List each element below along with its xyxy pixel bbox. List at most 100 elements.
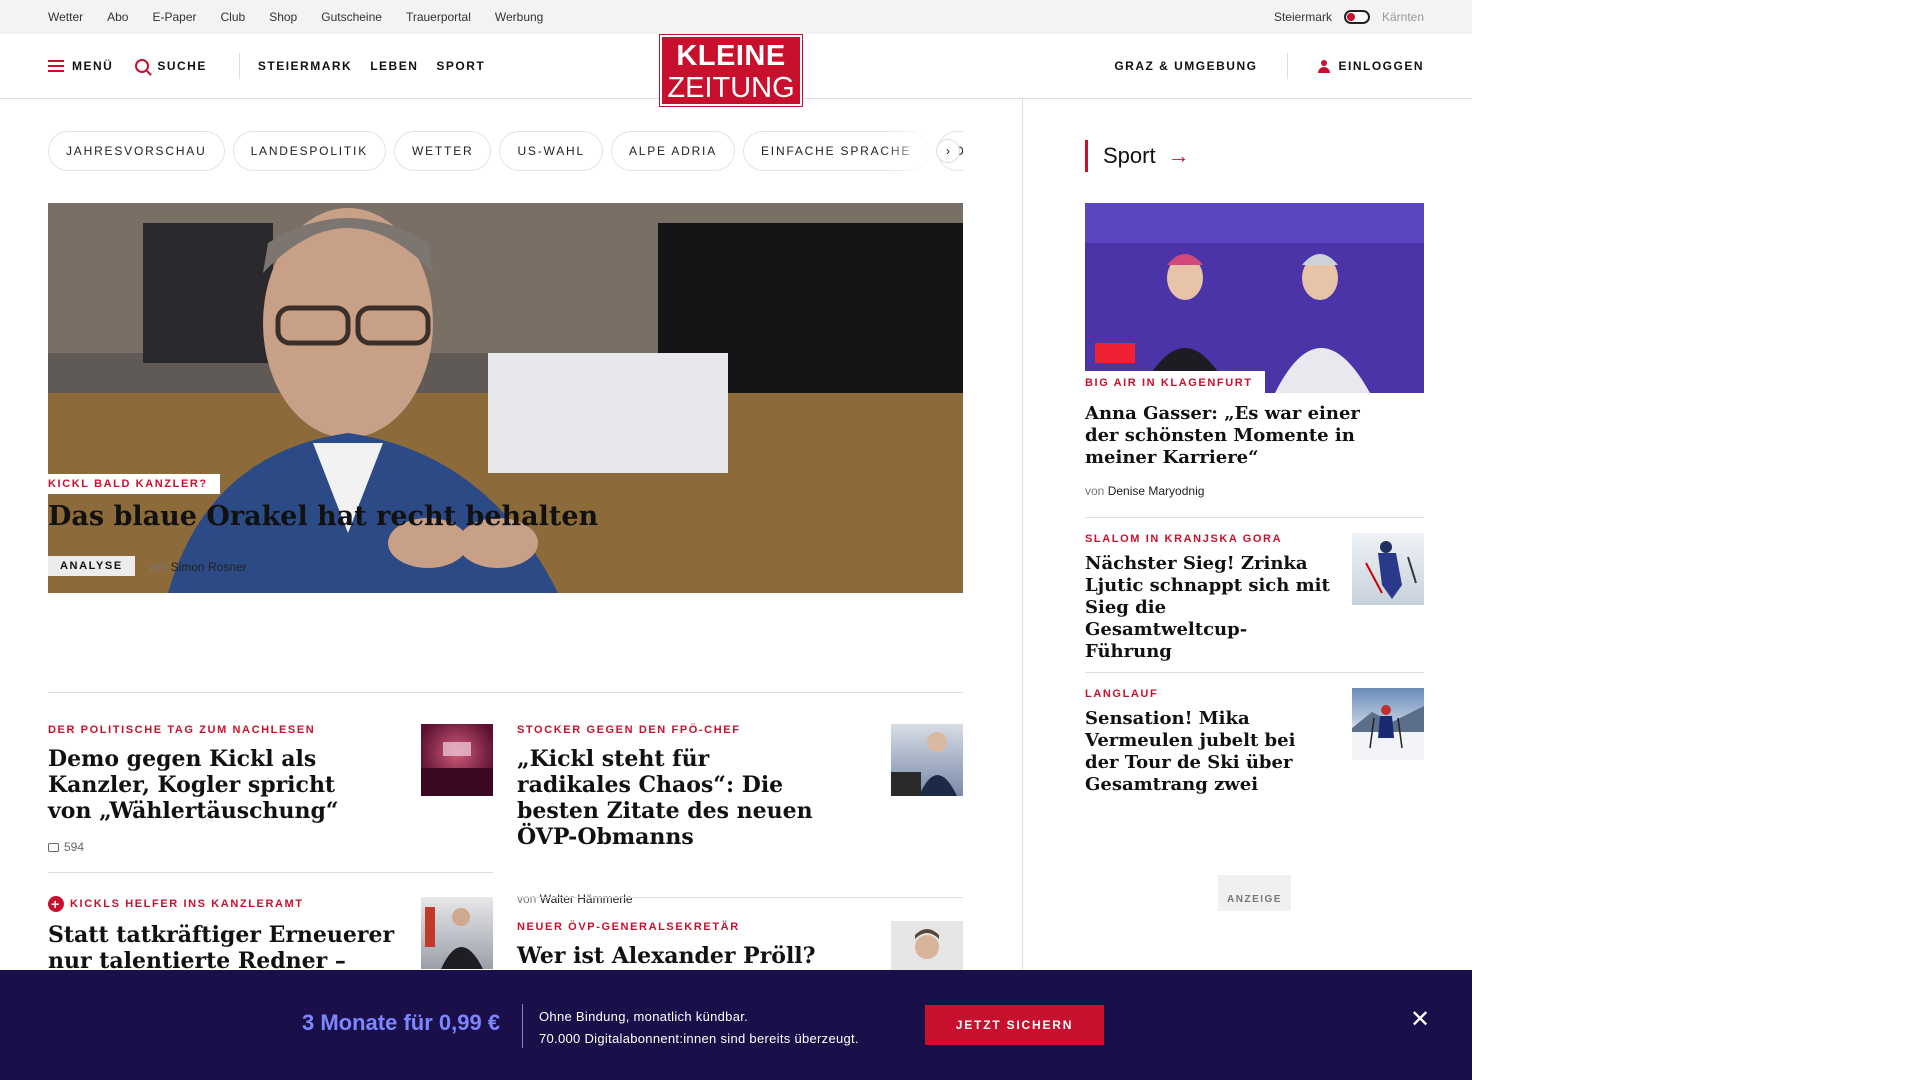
location-link[interactable]: GRAZ & UMGEBUNG	[1114, 59, 1257, 73]
analysis-badge: ANALYSE	[48, 556, 135, 576]
chip-us-wahl[interactable]: US-WAHL	[499, 131, 603, 171]
utility-link-epaper[interactable]: E-Paper	[152, 10, 196, 24]
arrow-right-icon: →	[1167, 143, 1190, 168]
hamburger-icon	[48, 60, 64, 72]
divider	[517, 897, 963, 898]
divider	[48, 692, 963, 693]
menu-button[interactable]: MENÜ	[48, 59, 113, 73]
sport-photo	[1085, 203, 1424, 393]
article-card[interactable]: DER POLITISCHE TAG ZUM NACHLESEN Demo ge…	[48, 724, 348, 854]
thumbnail-photo	[425, 907, 483, 969]
nav-steiermark[interactable]: STEIERMARK	[258, 59, 352, 73]
sport-article-card[interactable]: SLALOM IN KRANJSKA GORA Nächster Sieg! Z…	[1085, 533, 1424, 663]
promo-price: 3 Monate für 0,99 €	[302, 1010, 501, 1035]
article-title[interactable]: Wer ist Alexander Pröll?	[517, 943, 817, 969]
utility-link-shop[interactable]: Shop	[269, 10, 297, 24]
utility-link-gutscheine[interactable]: Gutscheine	[321, 10, 382, 24]
header-nav: MENÜ SUCHE STEIERMARK LEBEN SPORT	[48, 53, 503, 79]
sport-article-thumbnail[interactable]	[1352, 688, 1424, 760]
thumbnail-photo	[1365, 541, 1417, 599]
article-author[interactable]: Walter Hämmerle	[540, 892, 633, 906]
article-thumbnail[interactable]	[891, 724, 963, 796]
sport-article-title[interactable]: Sensation! Mika Vermeulen jubelt bei der…	[1085, 708, 1330, 796]
subscription-banner: 3 Monate für 0,99 € Ohne Bindung, monatl…	[0, 970, 1472, 1080]
article-title[interactable]: Demo gegen Kickl als Kanzler, Kogler spr…	[48, 746, 348, 824]
hero-photo	[48, 203, 963, 593]
sport-main-title[interactable]: Anna Gasser: „Es war einer der schönsten…	[1085, 403, 1375, 469]
hero-author[interactable]: Simon Rosner	[171, 560, 247, 574]
sport-article-thumbnail[interactable]	[1352, 533, 1424, 605]
promo-line1: Ohne Bindung, monatlich kündbar.	[539, 1009, 749, 1024]
article-thumbnail[interactable]	[421, 897, 493, 969]
kleine-zeitung-logo[interactable]: KLEINE ZEITUNG	[659, 34, 803, 107]
promo-text: Ohne Bindung, monatlich kündbar. 70.000 …	[539, 1006, 859, 1050]
chip-landespolitik[interactable]: LANDESPOLITIK	[232, 131, 386, 171]
article-byline: von Walter Hämmerle	[517, 892, 817, 906]
divider	[1287, 53, 1289, 79]
chip-jahresvorschau[interactable]: JAHRESVORSCHAU	[48, 131, 225, 171]
sport-section-link[interactable]: Sport →	[1085, 140, 1190, 172]
article-card[interactable]: NEUER ÖVP-GENERALSEKRETÄR Wer ist Alexan…	[517, 921, 817, 969]
utility-link-werbung[interactable]: Werbung	[495, 10, 543, 24]
hero-image[interactable]	[48, 203, 963, 593]
close-icon[interactable]: ✕	[1410, 1008, 1430, 1032]
utility-link-club[interactable]: Club	[221, 10, 246, 24]
nav-sport[interactable]: SPORT	[436, 59, 485, 73]
divider	[48, 872, 493, 873]
login-button[interactable]: EINLOGGEN	[1318, 59, 1424, 73]
article-kicker: + KICKLS HELFER INS KANZLERAMT	[48, 896, 398, 912]
region-switch: Steiermark Kärnten	[1274, 10, 1424, 24]
search-icon	[135, 59, 150, 73]
thumbnail-photo	[891, 732, 957, 796]
article-thumbnail[interactable]	[421, 724, 493, 796]
sport-heading: Sport	[1103, 143, 1156, 168]
region-steiermark[interactable]: Steiermark	[1274, 10, 1332, 24]
search-button[interactable]: SUCHE	[135, 59, 207, 73]
article-kicker-text: KICKLS HELFER INS KANZLERAMT	[70, 898, 304, 910]
byline-prefix: von	[1085, 484, 1105, 498]
header-right: GRAZ & UMGEBUNG EINLOGGEN	[1114, 53, 1424, 79]
chip-alpe-adria[interactable]: ALPE ADRIA	[610, 131, 735, 171]
region-toggle[interactable]	[1343, 10, 1370, 24]
divider	[238, 53, 240, 79]
utility-link-trauerportal[interactable]: Trauerportal	[406, 10, 471, 24]
ad-label: ANZEIGE	[1218, 875, 1291, 911]
divider	[522, 1004, 523, 1048]
sport-main-image[interactable]	[1085, 203, 1424, 393]
topic-chips: JAHRESVORSCHAU LANDESPOLITIK WETTER US-W…	[48, 131, 963, 171]
chevron-right-icon[interactable]: ›	[936, 139, 960, 163]
nav-leben[interactable]: LEBEN	[370, 59, 418, 73]
sport-article-title[interactable]: Nächster Sieg! Zrinka Ljutic schnappt si…	[1085, 553, 1330, 663]
article-kicker: STOCKER GEGEN DEN FPÖ-CHEF	[517, 724, 741, 736]
comment-icon	[48, 842, 59, 852]
comment-count[interactable]: 594	[48, 840, 348, 854]
comment-count-value: 594	[64, 840, 85, 854]
article-card[interactable]: STOCKER GEGEN DEN FPÖ-CHEF „Kickl steht …	[517, 724, 817, 906]
utility-link-wetter[interactable]: Wetter	[48, 10, 83, 24]
page: Wetter Abo E-Paper Club Shop Gutscheine …	[0, 0, 1472, 1080]
blank-margin	[1472, 0, 1920, 1080]
sport-article-card[interactable]: LANGLAUF Sensation! Mika Vermeulen jubel…	[1085, 688, 1424, 796]
subscribe-button[interactable]: JETZT SICHERN	[925, 1005, 1104, 1045]
hero-title[interactable]: Das blaue Orakel hat recht behalten	[48, 501, 598, 532]
region-kaernten[interactable]: Kärnten	[1382, 10, 1424, 24]
user-icon	[1318, 59, 1331, 73]
sport-main-byline: von Denise Maryodnig	[1085, 484, 1204, 498]
sport-main-kicker: BIG AIR IN KLAGENFURT	[1085, 371, 1265, 393]
utility-links: Wetter Abo E-Paper Club Shop Gutscheine …	[48, 10, 543, 24]
sport-main-author[interactable]: Denise Maryodnig	[1108, 484, 1205, 498]
divider	[1085, 672, 1424, 673]
login-label: EINLOGGEN	[1338, 59, 1424, 73]
utility-bar: Wetter Abo E-Paper Club Shop Gutscheine …	[0, 0, 1472, 34]
byline-prefix: von	[517, 892, 537, 906]
logo-line1: KLEINE	[676, 40, 786, 72]
chip-wetter[interactable]: WETTER	[394, 131, 492, 171]
promo-line2: 70.000 Digitalabonnent:innen sind bereit…	[539, 1031, 859, 1046]
main-header: MENÜ SUCHE STEIERMARK LEBEN SPORT KLEINE…	[0, 34, 1472, 107]
utility-link-abo[interactable]: Abo	[107, 10, 128, 24]
hero-kicker[interactable]: KICKL BALD KANZLER?	[48, 474, 220, 494]
article-title[interactable]: „Kickl steht für radikales Chaos“: Die b…	[517, 746, 817, 850]
article-kicker: NEUER ÖVP-GENERALSEKRETÄR	[517, 921, 740, 933]
plus-icon: +	[48, 896, 64, 912]
search-label: SUCHE	[157, 59, 207, 73]
